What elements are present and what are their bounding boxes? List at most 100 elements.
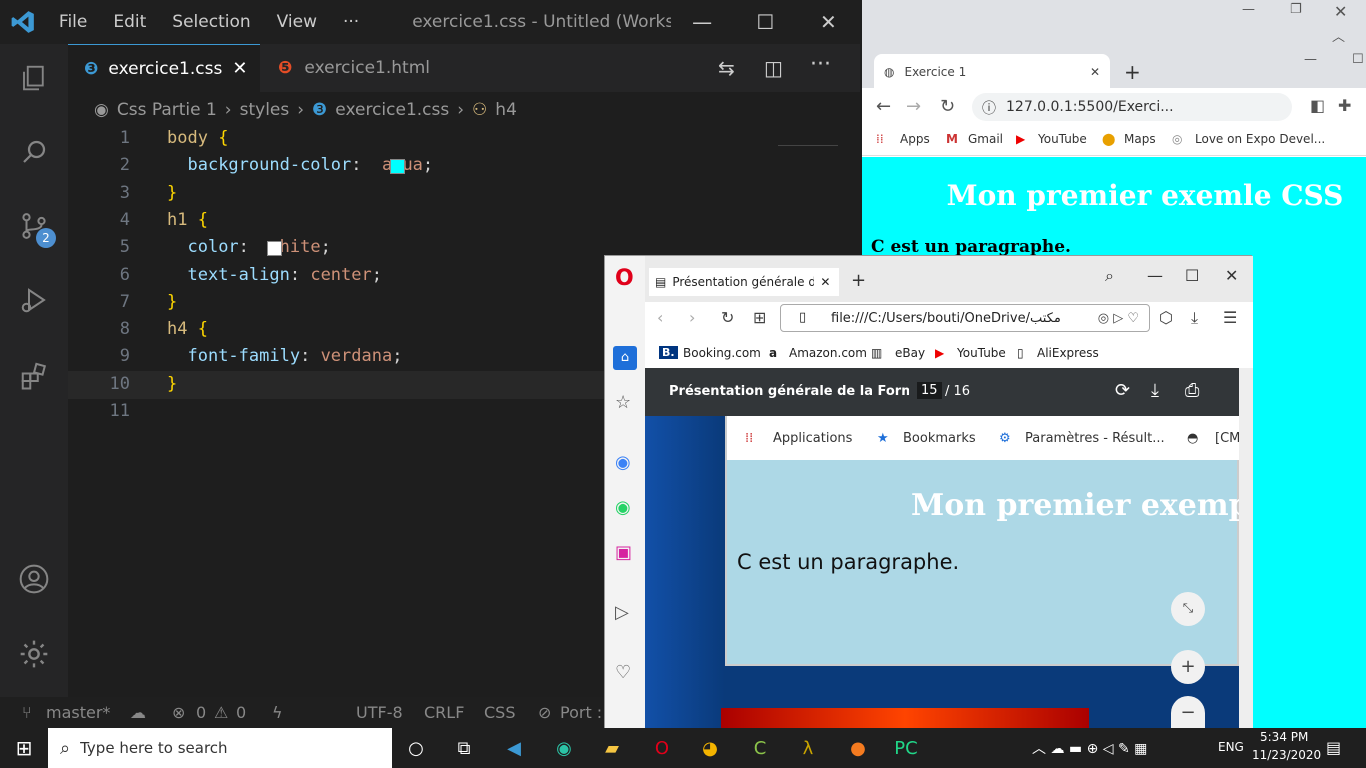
- print-icon[interactable]: ⎙: [1185, 380, 1199, 401]
- language-indicator[interactable]: ENG: [1218, 740, 1244, 754]
- color-swatch[interactable]: [390, 159, 405, 175]
- search-icon[interactable]: [14, 132, 54, 172]
- breadcrumb-item[interactable]: styles: [240, 100, 290, 120]
- vscode-taskbar-icon[interactable]: ◀: [501, 736, 527, 760]
- code-line[interactable]: color: white;: [167, 237, 330, 257]
- clock-date[interactable]: 11/23/2020: [1252, 748, 1321, 762]
- back-icon[interactable]: ‹: [657, 308, 663, 327]
- port-status[interactable]: Port :: [560, 703, 602, 722]
- speed-dial-icon[interactable]: ☆: [615, 392, 631, 413]
- system-tray-icons[interactable]: ︿ ☁ ▬ ⊕ ◁ ✎ ▦: [1032, 738, 1147, 758]
- zoom-out-icon[interactable]: −: [1171, 696, 1205, 729]
- opera-address-bar[interactable]: ▯ file:///C:/Users/bouti/OneDrive/مكتب ◎…: [780, 304, 1150, 332]
- menu-view[interactable]: View: [264, 12, 330, 32]
- opera-logo-icon[interactable]: O: [615, 266, 634, 291]
- bookmark-youtube[interactable]: YouTube: [1038, 132, 1087, 146]
- maximize-icon[interactable]: ☐: [1185, 266, 1199, 285]
- home-icon[interactable]: ⌂: [613, 346, 637, 370]
- code-line[interactable]: }: [167, 183, 177, 203]
- pdf-viewer[interactable]: Présentation générale de la Formatio... …: [645, 368, 1250, 729]
- forward-icon[interactable]: →: [906, 96, 921, 117]
- menu-more[interactable]: ···: [330, 12, 372, 32]
- encoding[interactable]: UTF-8: [356, 703, 403, 722]
- edge-icon[interactable]: ◉: [551, 736, 577, 760]
- task-view-icon[interactable]: ⧉: [451, 736, 477, 760]
- bookmark-maps[interactable]: Maps: [1124, 132, 1156, 146]
- chrome-address-bar[interactable]: ⓘ 127.0.0.1:5500/Exerci...: [972, 93, 1292, 121]
- tab-exercice1-css[interactable]: ❸ exercice1.css ✕: [68, 44, 260, 92]
- download-icon[interactable]: ⤓: [1191, 308, 1198, 328]
- branch-name[interactable]: master*: [46, 703, 110, 722]
- heart-icon[interactable]: ♡: [615, 662, 631, 683]
- split-editor-icon[interactable]: ◫: [764, 56, 783, 80]
- pycharm-icon[interactable]: PC: [893, 736, 919, 760]
- tab-close-icon[interactable]: ✕: [232, 58, 247, 79]
- more-actions-icon[interactable]: ···: [810, 52, 831, 77]
- chrome-icon[interactable]: ◕: [697, 736, 723, 760]
- code-line[interactable]: text-align: center;: [167, 265, 382, 285]
- app-icon-c[interactable]: C: [747, 736, 773, 760]
- messenger-icon[interactable]: ◉: [615, 452, 631, 473]
- maximize-icon[interactable]: ☐: [734, 10, 797, 34]
- warning-count[interactable]: 0: [236, 703, 246, 722]
- back-icon[interactable]: ←: [876, 96, 891, 117]
- breadcrumb-item[interactable]: Css Partie 1: [117, 100, 217, 120]
- language-mode[interactable]: CSS: [484, 703, 515, 722]
- code-line[interactable]: }: [167, 374, 177, 394]
- settings-gear-icon[interactable]: [14, 634, 54, 674]
- chrome-tab[interactable]: ◍ Exercice 1 ✕: [874, 54, 1110, 90]
- notifications-icon[interactable]: ▤: [1326, 738, 1341, 757]
- restore-icon[interactable]: ❐: [1290, 2, 1302, 17]
- clock-time[interactable]: 5:34 PM: [1260, 730, 1308, 744]
- close-icon[interactable]: ✕: [1334, 2, 1347, 21]
- code-line[interactable]: body {: [167, 128, 228, 148]
- code-line[interactable]: font-family: verdana;: [167, 346, 402, 366]
- eol[interactable]: CRLF: [424, 703, 464, 722]
- bookmark-gmail[interactable]: Gmail: [968, 132, 1003, 146]
- opera-taskbar-icon[interactable]: O: [649, 736, 675, 760]
- menu-file[interactable]: File: [46, 12, 100, 32]
- account-icon[interactable]: [14, 559, 54, 599]
- breadcrumb-item[interactable]: exercice1.css: [335, 100, 449, 120]
- tab-close-icon[interactable]: ✕: [1090, 65, 1100, 79]
- download-icon[interactable]: ⤓: [1151, 380, 1159, 401]
- file-explorer-icon[interactable]: ▰: [599, 736, 625, 760]
- code-line[interactable]: }: [167, 292, 177, 312]
- instagram-icon[interactable]: ▣: [615, 542, 632, 563]
- breadcrumb-item[interactable]: h4: [495, 100, 517, 120]
- minimap[interactable]: [778, 126, 838, 146]
- minimize-icon[interactable]: —: [1242, 2, 1255, 17]
- maximize-icon[interactable]: ☐: [1352, 52, 1364, 67]
- reload-icon[interactable]: ↻: [721, 308, 734, 327]
- close-icon[interactable]: ✕: [1225, 266, 1238, 285]
- extensions-icon[interactable]: [14, 356, 54, 396]
- fit-page-icon[interactable]: ⤡: [1171, 592, 1205, 626]
- lightning-icon[interactable]: ϟ: [272, 703, 283, 722]
- scrollbar[interactable]: [1239, 368, 1253, 729]
- error-count[interactable]: 0: [196, 703, 206, 722]
- color-swatch[interactable]: [267, 241, 282, 257]
- minimize-icon[interactable]: —: [671, 10, 734, 34]
- minimize-icon[interactable]: —: [1147, 266, 1163, 285]
- forward-icon[interactable]: ›: [689, 308, 695, 327]
- bookmark-booking[interactable]: Booking.com: [683, 346, 761, 360]
- new-tab-icon[interactable]: +: [1124, 60, 1141, 84]
- opera-tab[interactable]: ▤ Présentation générale de la ✕: [649, 268, 839, 296]
- cube-icon[interactable]: ⬡: [1159, 308, 1173, 327]
- rotate-icon[interactable]: ⟳: [1115, 380, 1130, 401]
- postman-icon[interactable]: ●: [845, 736, 871, 760]
- minimize-icon[interactable]: —: [1304, 52, 1317, 67]
- reload-icon[interactable]: ↻: [940, 96, 955, 117]
- windows-start-icon[interactable]: ⊞: [11, 736, 37, 760]
- close-icon[interactable]: ✕: [797, 10, 860, 34]
- tab-exercice1-html[interactable]: ❺ exercice1.html: [260, 44, 460, 92]
- tabs-grid-icon[interactable]: ⊞: [753, 308, 766, 327]
- camera-heart-icons[interactable]: ◎ ▷ ♡: [1098, 311, 1139, 326]
- code-line[interactable]: h1 {: [167, 210, 208, 230]
- run-debug-icon[interactable]: [14, 280, 54, 320]
- whatsapp-icon[interactable]: ◉: [615, 497, 631, 518]
- explorer-icon[interactable]: [14, 58, 54, 98]
- sync-icon[interactable]: ☁: [130, 703, 146, 722]
- tab-close-icon[interactable]: ✕: [820, 275, 830, 289]
- bookmark-expo[interactable]: Love on Expo Devel...: [1195, 132, 1325, 146]
